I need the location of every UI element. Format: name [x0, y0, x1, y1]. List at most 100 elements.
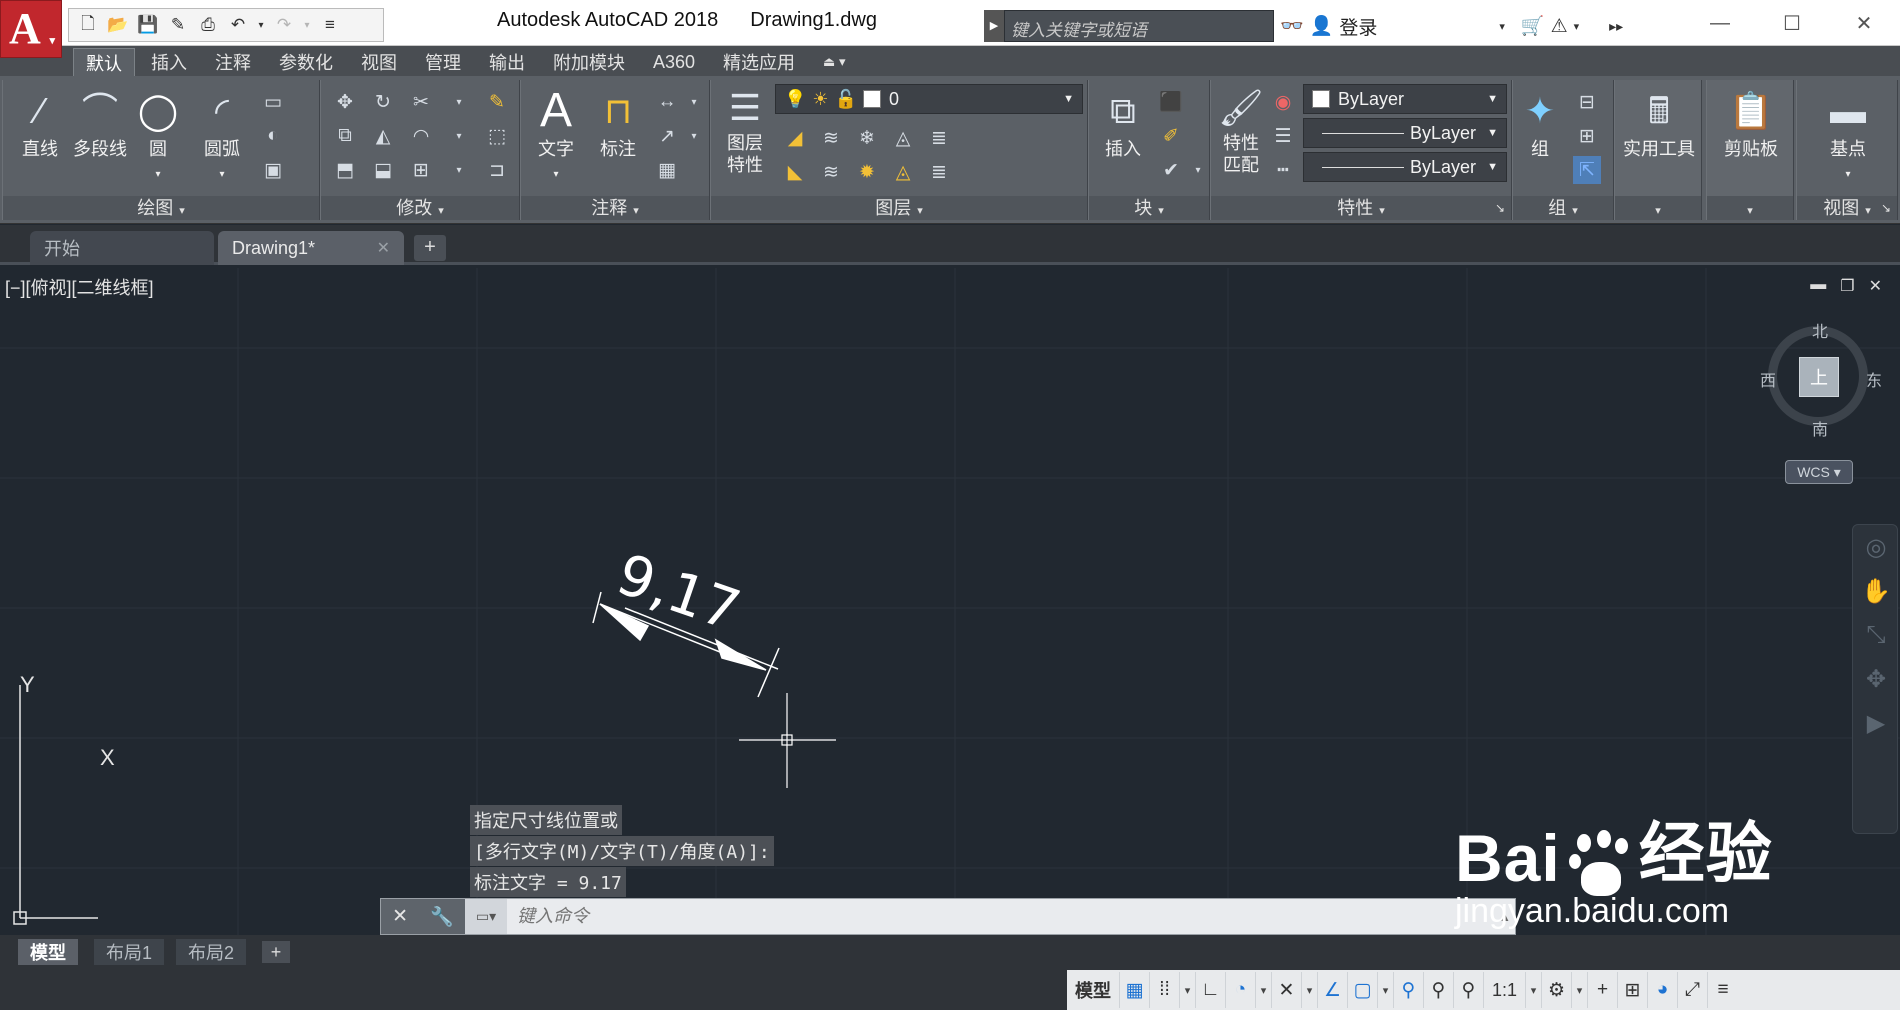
- tab-manage[interactable]: 管理: [413, 48, 473, 76]
- auto-scale-icon[interactable]: ⚲: [1424, 972, 1454, 1008]
- layer-copy-icon[interactable]: ≣: [925, 158, 953, 186]
- panel-block-title[interactable]: 块 ▾: [1089, 196, 1209, 220]
- tab-view[interactable]: 视图: [349, 48, 409, 76]
- clipboard-button[interactable]: 📋 剪贴板: [1709, 86, 1793, 160]
- tab-layout1[interactable]: 布局1: [94, 939, 165, 965]
- leader-dropdown-icon[interactable]: ▾: [687, 122, 701, 150]
- dimension-button[interactable]: ⊓ 标注: [593, 86, 643, 160]
- layer-match-icon[interactable]: ≣: [925, 124, 953, 152]
- text-button[interactable]: A 文字 ▾: [531, 86, 581, 186]
- tab-output[interactable]: 输出: [477, 48, 537, 76]
- erase-icon[interactable]: ✎: [483, 88, 511, 116]
- units-icon[interactable]: ⊞: [1618, 972, 1649, 1008]
- close-icon[interactable]: ✕: [1828, 0, 1900, 46]
- customization-menu-icon[interactable]: ≡: [1708, 972, 1738, 1008]
- panel-utilities-dropdown[interactable]: ▾: [1615, 196, 1701, 220]
- tab-a360[interactable]: A360: [641, 48, 707, 76]
- save-as-icon[interactable]: ✎: [165, 12, 191, 38]
- utilities-button[interactable]: 🖩 实用工具: [1617, 86, 1701, 160]
- panel-groups-title[interactable]: 组 ▾: [1513, 196, 1613, 220]
- layer-off-icon[interactable]: ◢: [781, 124, 809, 152]
- arc-button[interactable]: ◜ 圆弧 ▾: [195, 86, 249, 186]
- viewport-restore-icon[interactable]: ❐: [1840, 276, 1854, 296]
- trim-icon[interactable]: ✂: [407, 88, 435, 116]
- drawing-canvas[interactable]: [−][俯视][二维线框] ▬ ❐ ✕ 北 南 东 西 上 WCS ▾ ◎ ✋ …: [0, 268, 1900, 935]
- color-wheel-icon[interactable]: ◉: [1269, 88, 1297, 116]
- compass-north[interactable]: 北: [1812, 318, 1828, 342]
- new-layout-button[interactable]: +: [262, 941, 290, 963]
- copy-icon[interactable]: ⧉: [331, 122, 359, 150]
- isodraft-icon[interactable]: ✕: [1272, 972, 1302, 1008]
- tab-start[interactable]: 开始: [30, 231, 214, 265]
- showmotion-icon[interactable]: ▶: [1853, 701, 1899, 745]
- object-snap-dropdown-icon[interactable]: ▾: [1378, 972, 1394, 1008]
- search-input[interactable]: 键入关键字或短语: [1004, 10, 1274, 42]
- trim-dropdown-icon[interactable]: ▾: [445, 88, 473, 116]
- layer-unlock-all-icon[interactable]: ◬: [889, 158, 917, 186]
- linear-dim-icon[interactable]: ↔: [653, 88, 681, 116]
- annotation-scale-icon[interactable]: ⚲: [1454, 972, 1484, 1008]
- ribbon-minimize-icon[interactable]: ⏏ ▾: [811, 48, 857, 76]
- command-history-toggle-icon[interactable]: ▲: [1495, 910, 1515, 924]
- user-icon[interactable]: 👤: [1310, 14, 1334, 38]
- region-icon[interactable]: ▣: [259, 156, 287, 184]
- hatch-icon[interactable]: ◐: [259, 122, 287, 150]
- edit-block-icon[interactable]: ✐: [1157, 122, 1185, 150]
- rotate-icon[interactable]: ↻: [369, 88, 397, 116]
- viewport-controls-label[interactable]: [−][俯视][二维线框]: [5, 274, 154, 300]
- snap-dropdown-icon[interactable]: ▾: [1180, 972, 1196, 1008]
- panel-layers-title[interactable]: 图层 ▾: [711, 196, 1087, 220]
- undo-icon[interactable]: ↶: [225, 12, 251, 38]
- scale-selector[interactable]: 1:1: [1484, 972, 1527, 1008]
- insert-button[interactable]: ⧉ 插入: [1095, 86, 1151, 160]
- fillet-dropdown-icon[interactable]: ▾: [445, 122, 473, 150]
- basepoint-button[interactable]: ▬ 基点 ▾: [1805, 86, 1891, 186]
- edit-attributes-icon[interactable]: ✔: [1157, 156, 1185, 184]
- cart-icon[interactable]: 🛒: [1521, 14, 1545, 38]
- close-tab-icon[interactable]: ✕: [377, 238, 390, 258]
- steering-wheel-icon[interactable]: ◎: [1853, 525, 1899, 569]
- more-icon[interactable]: ▸▸: [1609, 18, 1623, 35]
- tab-annotate[interactable]: 注释: [203, 48, 263, 76]
- wcs-menu[interactable]: WCS ▾: [1785, 460, 1853, 484]
- fillet-icon[interactable]: ◠: [407, 122, 435, 150]
- group-button[interactable]: ✦ 组: [1519, 86, 1561, 160]
- search-expand-icon[interactable]: ▶: [984, 10, 1004, 42]
- lineweight-icon[interactable]: ☰: [1269, 122, 1297, 150]
- lineweight-dropdown[interactable]: ByLayer ▼: [1303, 152, 1507, 182]
- login-dropdown-icon[interactable]: ▾: [1499, 20, 1505, 33]
- tab-layout2[interactable]: 布局2: [176, 939, 247, 965]
- linetype-dropdown[interactable]: ByLayer ▼: [1303, 118, 1507, 148]
- print-icon[interactable]: ⎙: [195, 12, 221, 38]
- isodraft-dropdown-icon[interactable]: ▾: [1302, 972, 1318, 1008]
- offset-icon[interactable]: ⊐: [483, 156, 511, 184]
- array-dropdown-icon[interactable]: ▾: [445, 156, 473, 184]
- layer-lock-icon[interactable]: ◬: [889, 124, 917, 152]
- pan-hand-icon[interactable]: ✋: [1853, 569, 1899, 613]
- stretch-icon[interactable]: ⬒: [331, 156, 359, 184]
- new-tab-button[interactable]: +: [414, 235, 446, 261]
- group-select-icon[interactable]: ⇱: [1573, 156, 1601, 184]
- ortho-toggle-icon[interactable]: ∟: [1196, 972, 1226, 1008]
- explode-icon[interactable]: ⬚: [483, 122, 511, 150]
- binoculars-icon[interactable]: 👓: [1280, 14, 1304, 38]
- annotation-monitor-icon[interactable]: +: [1588, 972, 1619, 1008]
- panel-view-title[interactable]: 视图 ▾ ↘: [1797, 196, 1897, 220]
- minimize-icon[interactable]: —: [1684, 0, 1756, 46]
- zoom-extents-icon[interactable]: ⤡: [1853, 613, 1899, 657]
- compass-south[interactable]: 南: [1812, 416, 1828, 440]
- open-folder-icon[interactable]: 📂: [105, 12, 131, 38]
- orbit-icon[interactable]: ✥: [1853, 657, 1899, 701]
- scale-icon[interactable]: ⬓: [369, 156, 397, 184]
- layer-dropdown[interactable]: 💡 ☀ 🔓 0 ▼: [775, 84, 1083, 114]
- tab-featured-apps[interactable]: 精选应用: [711, 48, 807, 76]
- save-icon[interactable]: 💾: [135, 12, 161, 38]
- annotation-visibility-icon[interactable]: ⚲: [1394, 972, 1424, 1008]
- layer-make-current-icon[interactable]: ◣: [781, 158, 809, 186]
- grid-toggle-icon[interactable]: ▦: [1120, 972, 1150, 1008]
- customize-command-icon[interactable]: 🔧: [430, 905, 454, 929]
- linetype-icon[interactable]: ┅: [1269, 156, 1297, 184]
- command-input[interactable]: [507, 899, 1495, 934]
- leader-icon[interactable]: ↗: [653, 122, 681, 150]
- close-command-icon[interactable]: ✕: [392, 905, 408, 928]
